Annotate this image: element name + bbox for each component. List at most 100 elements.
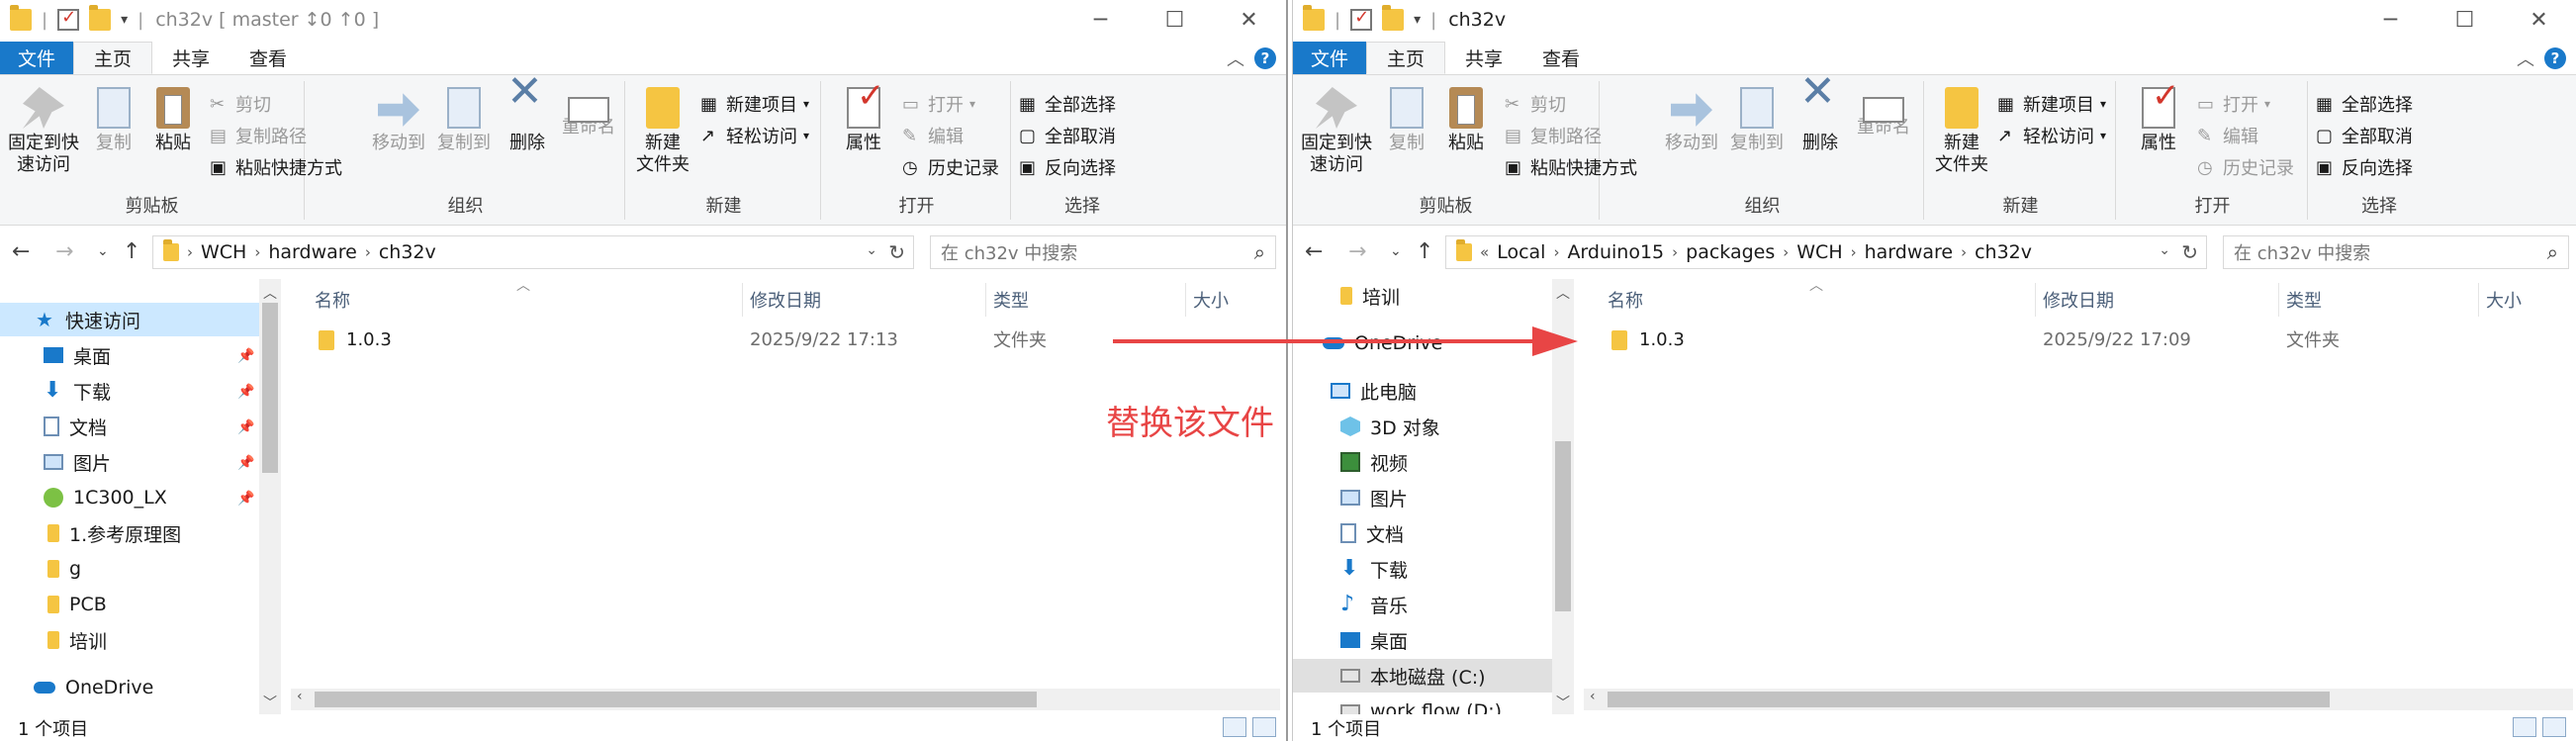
nav-item-1c300-lx[interactable]: 1C300_LX — [44, 481, 167, 514]
copy-path-button[interactable]: ▤ 复制路径 — [1505, 123, 1602, 148]
delete-button[interactable]: 删除 — [1795, 81, 1845, 154]
nav-item-training[interactable]: 培训 — [1340, 279, 1400, 313]
new-folder-icon[interactable] — [1382, 5, 1405, 31]
tab-share[interactable]: 共享 — [152, 42, 230, 74]
column-header-size[interactable]: 大小 — [1193, 287, 1229, 313]
chevron-down-icon[interactable]: ⌄ — [2159, 242, 2170, 258]
search-input[interactable]: 在 ch32v 中搜索 — [941, 239, 1077, 265]
column-header-name[interactable]: 名称 — [315, 287, 350, 313]
nav-item-documents[interactable]: 文档 — [1340, 516, 1404, 550]
recent-locations-button[interactable]: ⌄ — [97, 243, 109, 259]
scrollbar-thumb[interactable] — [1555, 441, 1571, 611]
nav-item-g[interactable]: g — [47, 552, 81, 586]
delete-button[interactable]: 删除 — [503, 81, 552, 154]
nav-item-downloads[interactable]: ⬇ 下载 — [1340, 552, 1408, 586]
breadcrumb-hardware[interactable]: hardware — [1865, 241, 1954, 263]
refresh-icon[interactable]: ↻ — [888, 240, 905, 264]
chevron-down-icon[interactable]: ⌄ — [866, 242, 877, 258]
nav-item-desktop[interactable]: 桌面 — [1340, 623, 1408, 657]
scrollbar-thumb[interactable] — [262, 303, 278, 473]
up-button[interactable]: ↑ — [1416, 239, 1433, 264]
horizontal-scrollbar[interactable]: ‹ — [1584, 689, 2573, 710]
new-item-button[interactable]: ▦ 新建项目 ▾ — [700, 91, 809, 117]
nav-item-training[interactable]: 培训 — [47, 623, 107, 657]
select-all-button[interactable]: ▦ 全部选择 — [2316, 91, 2413, 117]
move-to-button[interactable]: 移动到 — [1661, 87, 1722, 154]
breadcrumb-wch[interactable]: WCH — [201, 241, 246, 263]
minimize-button[interactable]: ─ — [2353, 0, 2428, 40]
maximize-button[interactable]: ☐ — [2428, 0, 2502, 40]
collapse-ribbon-icon[interactable]: ︿ — [1227, 46, 1244, 71]
new-folder-button[interactable]: 新建 文件夹 — [633, 87, 692, 176]
help-icon[interactable]: ? — [1254, 46, 1276, 69]
address-bar[interactable]: « Local › Arduino15 › packages › WCH › h… — [1445, 235, 2207, 269]
search-box[interactable]: 在 ch32v 中搜索 ⌕ — [930, 235, 1276, 269]
tab-home[interactable]: 主页 — [1366, 42, 1446, 74]
back-button[interactable]: ← — [1305, 239, 1323, 264]
forward-button[interactable]: → — [55, 239, 73, 264]
paste-button[interactable]: 粘贴 — [1441, 87, 1491, 154]
nav-scrollbar[interactable]: ︿ ﹀ — [259, 279, 281, 714]
nav-item-schematics[interactable]: 1.参考原理图 — [47, 516, 181, 550]
tab-file[interactable]: 文件 — [1293, 42, 1366, 74]
search-icon[interactable]: ⌕ — [1254, 240, 1265, 264]
select-none-button[interactable]: ▢ 全部取消 — [2316, 123, 2413, 148]
nav-item-this-pc[interactable]: 此电脑 — [1331, 374, 1417, 408]
cut-button[interactable]: ✂ 剪切 — [1505, 91, 1566, 117]
nav-item-3d-objects[interactable]: 3D 对象 — [1340, 410, 1440, 443]
minimize-button[interactable]: ─ — [1063, 0, 1138, 40]
back-button[interactable]: ← — [12, 239, 30, 264]
invert-selection-button[interactable]: ▣ 反向选择 — [1019, 154, 1116, 180]
edit-button[interactable]: ✎ 编辑 — [2197, 123, 2258, 148]
close-button[interactable]: ✕ — [1212, 0, 1286, 40]
column-divider[interactable] — [2478, 283, 2479, 317]
open-button[interactable]: ▭ 打开 ▾ — [902, 91, 975, 117]
table-row[interactable]: 1.0.3 2025/9/22 17:09 文件夹 — [1584, 323, 2573, 356]
maximize-button[interactable]: ☐ — [1138, 0, 1212, 40]
tab-home[interactable]: 主页 — [73, 42, 153, 74]
properties-button[interactable]: 属性 — [2134, 85, 2183, 154]
search-input[interactable]: 在 ch32v 中搜索 — [2234, 239, 2370, 265]
nav-item-documents[interactable]: 文档 — [44, 410, 107, 443]
horizontal-scrollbar[interactable]: ‹ — [291, 689, 1280, 710]
tab-view[interactable]: 查看 — [1522, 42, 1600, 74]
up-button[interactable]: ↑ — [123, 239, 140, 264]
scrollbar-thumb[interactable] — [315, 692, 1037, 707]
copy-to-button[interactable]: 复制到 — [1726, 87, 1788, 154]
help-icon[interactable]: ? — [2544, 46, 2566, 69]
nav-item-pictures[interactable]: 图片 — [44, 445, 111, 479]
large-icons-view-button[interactable] — [1252, 717, 1276, 737]
nav-item-work-flow-d[interactable]: work flow (D:) — [1340, 695, 1502, 714]
select-all-button[interactable]: ▦ 全部选择 — [1019, 91, 1116, 117]
rename-button[interactable]: 重命名 — [558, 87, 619, 139]
rename-button[interactable]: 重命名 — [1853, 87, 1914, 139]
scroll-up-icon[interactable]: ︿ — [259, 283, 281, 303]
nav-item-quick-access[interactable]: ★ 快速访问 — [0, 303, 259, 336]
nav-item-onedrive[interactable]: OneDrive — [34, 671, 153, 704]
column-header-type[interactable]: 类型 — [2286, 287, 2322, 313]
close-button[interactable]: ✕ — [2502, 0, 2576, 40]
nav-item-desktop[interactable]: 桌面 — [44, 338, 111, 372]
breadcrumb-ch32v[interactable]: ch32v — [1975, 241, 2032, 263]
overflow-indicator[interactable]: « — [1480, 243, 1489, 261]
invert-selection-button[interactable]: ▣ 反向选择 — [2316, 154, 2413, 180]
cut-button[interactable]: ✂ 剪切 — [210, 91, 271, 117]
column-divider[interactable] — [742, 283, 743, 317]
nav-item-downloads[interactable]: ⬇ 下载 — [44, 374, 111, 408]
new-folder-button[interactable]: 新建 文件夹 — [1932, 87, 1991, 176]
tab-file[interactable]: 文件 — [0, 42, 73, 74]
tab-view[interactable]: 查看 — [230, 42, 307, 74]
paste-button[interactable]: 粘贴 — [148, 87, 198, 154]
customize-dropdown-icon[interactable]: ▾ — [1414, 12, 1421, 28]
breadcrumb-arduino15[interactable]: Arduino15 — [1567, 241, 1664, 263]
column-header-date[interactable]: 修改日期 — [2043, 287, 2114, 313]
breadcrumb-wch[interactable]: WCH — [1796, 241, 1842, 263]
forward-button[interactable]: → — [1348, 239, 1366, 264]
tab-share[interactable]: 共享 — [1445, 42, 1522, 74]
history-button[interactable]: ◷ 历史记录 — [902, 154, 999, 180]
new-item-button[interactable]: ▦ 新建项目 ▾ — [1997, 91, 2106, 117]
pin-to-quick-access-button[interactable]: 固定到快 速访问 — [1299, 87, 1374, 176]
address-bar[interactable]: › WCH › hardware › ch32v ⌄ ↻ — [152, 235, 914, 269]
breadcrumb-hardware[interactable]: hardware — [268, 241, 357, 263]
large-icons-view-button[interactable] — [2542, 717, 2566, 737]
